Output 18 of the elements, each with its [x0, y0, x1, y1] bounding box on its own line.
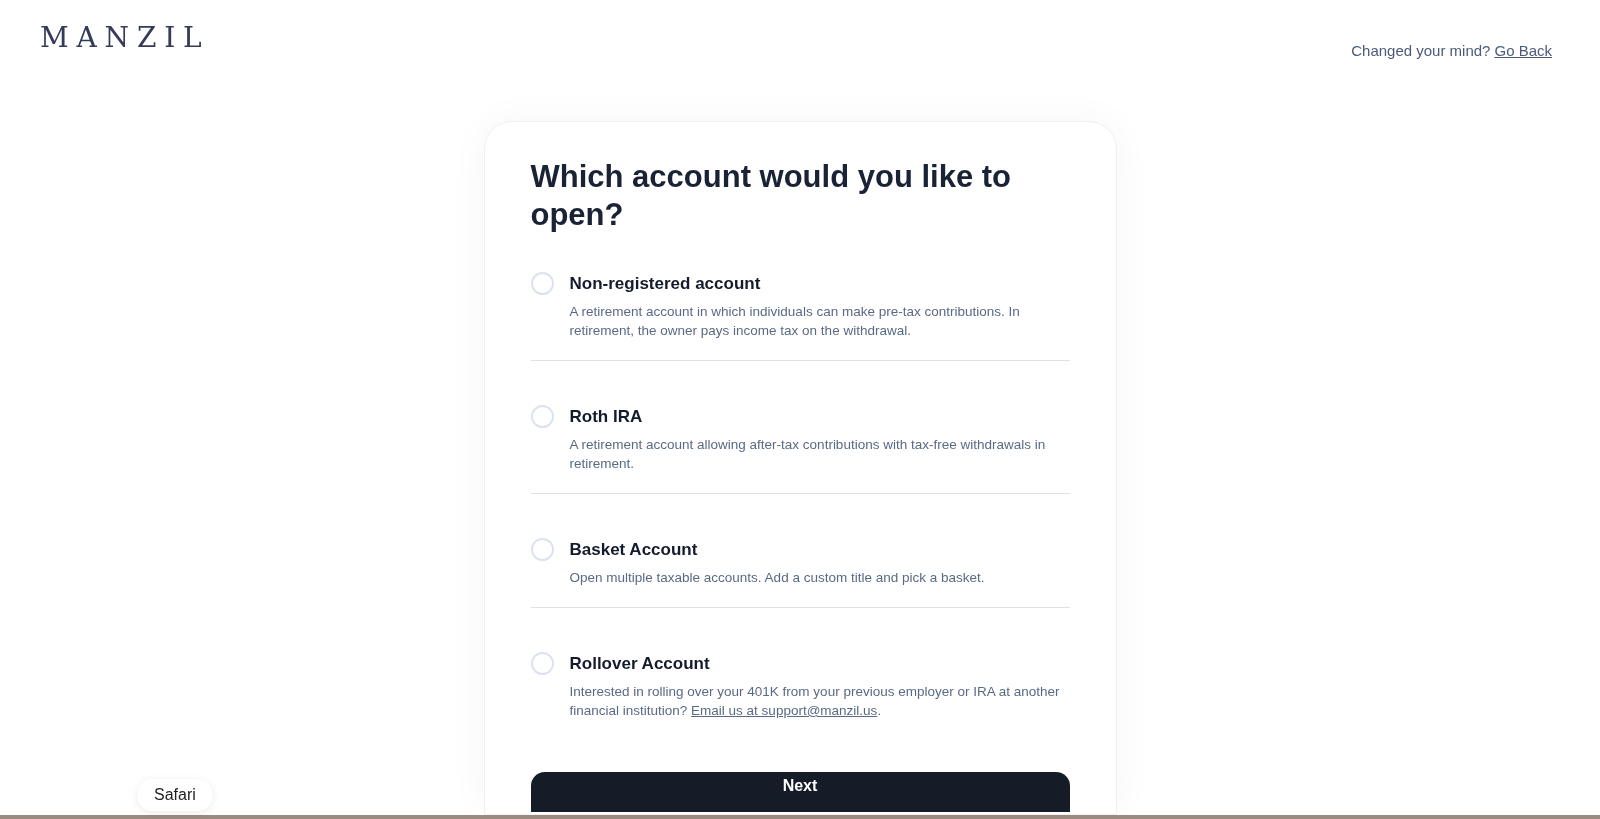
radio-button[interactable] [530, 538, 554, 561]
option-description: A retirement account allowing after-tax contributions with tax-free withdrawals in retirement. [569, 436, 1047, 473]
radio-button[interactable] [530, 272, 554, 295]
card-title: Which account would you like to open? [530, 158, 1012, 234]
safari-tooltip: Safari [138, 779, 212, 811]
option-description: Interested in rolling over your 401K from your previous employer or IRA at another financial institution? Email us at support@manzil.us. [569, 683, 1061, 720]
option-title[interactable]: Basket Account [569, 540, 1070, 560]
go-back-link[interactable]: Go Back [1494, 40, 1552, 63]
option-title[interactable]: Non-registered account [569, 274, 1070, 294]
option-description: Open multiple taxable accounts. Add a custom title and pick a basket. [569, 569, 986, 587]
option-description: A retirement account in which individuals can make pre-tax contributions. In retirement, the owner pays income tax on the withdrawal. [569, 303, 1021, 340]
radio-button[interactable] [530, 405, 554, 428]
radio-button[interactable] [530, 652, 554, 675]
next-button[interactable]: Next [530, 772, 1070, 812]
prompt-text: Changed your mind? [1351, 41, 1491, 61]
option-title[interactable]: Rollover Account [569, 654, 1070, 674]
logo: MANZIL [40, 24, 210, 52]
option-title[interactable]: Roth IRA [569, 407, 1070, 427]
